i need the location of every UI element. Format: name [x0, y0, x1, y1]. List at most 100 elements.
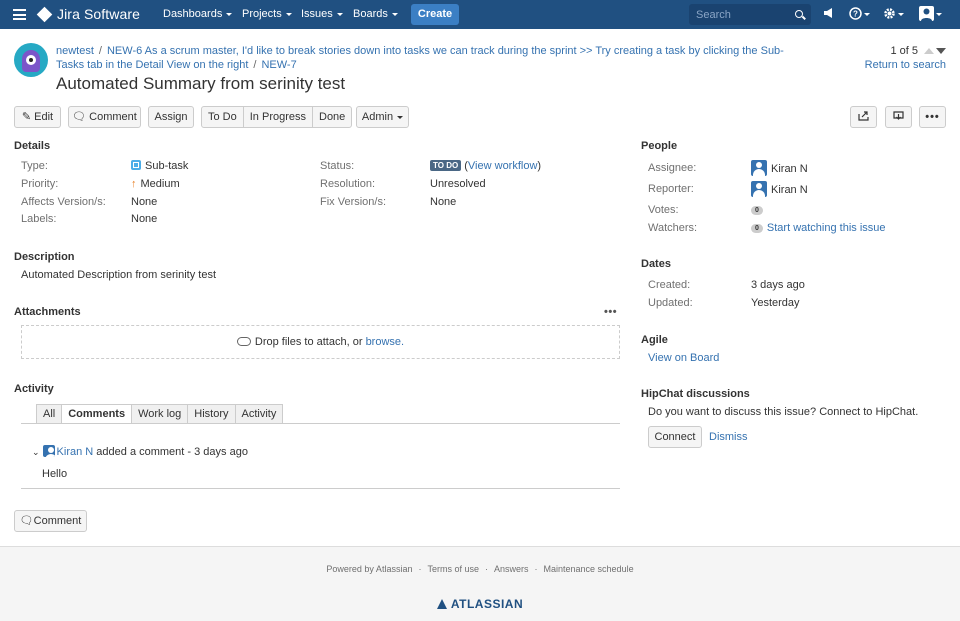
dismiss-link[interactable]: Dismiss: [709, 431, 748, 443]
done-button[interactable]: Done: [313, 107, 351, 127]
connect-button[interactable]: Connect: [648, 426, 702, 448]
comment-icon: 🗨: [19, 515, 34, 527]
footer-terms[interactable]: Terms of use: [427, 564, 479, 574]
workflow-transitions: To Do In Progress Done: [201, 106, 353, 128]
reporter-value[interactable]: Kiran N: [751, 181, 808, 197]
previous-issue-icon[interactable]: [924, 48, 934, 55]
votes-badge: 0: [751, 206, 763, 215]
in-progress-button[interactable]: In Progress: [244, 107, 313, 127]
breadcrumb-parent-issue[interactable]: NEW-6 As a scrum master, I'd like to bre…: [56, 45, 784, 71]
top-navigation-bar: Jira Software Dashboards Projects Issues…: [0, 0, 960, 29]
created-value: 3 days ago: [751, 279, 805, 291]
megaphone-icon[interactable]: [823, 7, 835, 22]
comment-header: ⌄ Kiran N added a comment - 3 days ago: [32, 445, 248, 458]
nav-issues[interactable]: Issues: [301, 8, 343, 20]
reporter-avatar: [751, 181, 767, 197]
tabs-divider: [21, 423, 620, 424]
priority-label: Priority:: [21, 178, 59, 190]
activity-tabs: All Comments Work log History Activity: [36, 404, 284, 424]
breadcrumb-project[interactable]: newtest: [56, 45, 94, 57]
breadcrumb-issue-key[interactable]: NEW-7: [261, 59, 296, 71]
admin-dropdown-button[interactable]: Admin: [356, 106, 409, 128]
comment-icon: 🗨: [72, 111, 87, 123]
issue-summary-title[interactable]: Automated Summary from serinity test: [56, 74, 345, 94]
comment-meta: added a comment - 3 days ago: [96, 446, 248, 458]
tab-activity[interactable]: Activity: [234, 404, 284, 424]
watchers-badge[interactable]: 0: [751, 224, 763, 233]
fix-versions-value: None: [430, 196, 457, 208]
start-watching-link[interactable]: Start watching this issue: [767, 222, 886, 234]
settings-gear-icon[interactable]: [883, 6, 904, 21]
menu-icon[interactable]: [13, 9, 26, 20]
updated-value: Yesterday: [751, 297, 800, 309]
footer-maintenance[interactable]: Maintenance schedule: [544, 564, 634, 574]
project-avatar[interactable]: [14, 43, 48, 77]
comment-author-avatar[interactable]: [42, 445, 55, 457]
export-button[interactable]: [885, 106, 912, 128]
next-issue-icon[interactable]: [936, 48, 946, 55]
tab-work-log[interactable]: Work log: [131, 404, 189, 424]
nav-projects[interactable]: Projects: [242, 8, 292, 20]
view-workflow-link[interactable]: View workflow: [468, 160, 538, 172]
atlassian-triangle-icon: [436, 599, 447, 609]
nav-dashboards[interactable]: Dashboards: [163, 8, 233, 20]
affects-versions-value: None: [131, 196, 158, 208]
search-icon: [795, 10, 803, 18]
resolution-value: Unresolved: [430, 178, 486, 190]
comment-body: Hello: [42, 468, 68, 480]
labels-label: Labels:: [21, 213, 57, 225]
watchers-value: 0 Start watching this issue: [751, 222, 886, 234]
labels-value[interactable]: None: [131, 213, 157, 225]
search-input[interactable]: Search: [689, 4, 811, 25]
assign-button[interactable]: Assign: [148, 106, 194, 128]
view-on-board-link[interactable]: View on Board: [648, 352, 719, 364]
attachments-options-icon[interactable]: •••: [604, 306, 617, 318]
atlassian-logo[interactable]: ATLASSIAN: [0, 597, 960, 611]
jira-logo[interactable]: Jira Software: [36, 6, 140, 23]
priority-value: ↑ Medium: [131, 178, 180, 190]
comment-divider: [21, 488, 620, 489]
tab-history[interactable]: History: [187, 404, 236, 424]
tab-all[interactable]: All: [36, 404, 63, 424]
comment-button[interactable]: 🗨 Comment: [68, 106, 141, 128]
share-button[interactable]: [850, 106, 877, 128]
product-name: Jira Software: [57, 6, 140, 22]
votes-label: Votes:: [648, 204, 679, 216]
more-actions-button[interactable]: •••: [919, 106, 946, 128]
assignee-label: Assignee:: [648, 162, 697, 174]
description-text[interactable]: Automated Description from serinity test: [21, 269, 216, 281]
more-icon: •••: [925, 111, 940, 123]
upload-cloud-icon: [236, 337, 251, 346]
add-comment-button[interactable]: 🗨Comment: [14, 510, 87, 532]
pager-count: 1 of 5: [890, 45, 918, 57]
updated-label: Updated:: [648, 297, 693, 309]
svg-text:?: ?: [853, 10, 858, 19]
user-avatar-icon[interactable]: [919, 6, 942, 21]
hipchat-text: Do you want to discuss this issue? Conne…: [648, 406, 919, 418]
status-value: TO DO (View workflow): [430, 160, 541, 172]
footer-answers[interactable]: Answers: [494, 564, 529, 574]
collapse-chevron-icon[interactable]: ⌄: [32, 447, 40, 457]
footer-powered-by[interactable]: Powered by Atlassian: [326, 564, 412, 574]
browse-link[interactable]: browse.: [366, 336, 405, 348]
jira-diamond-icon: [36, 6, 53, 23]
reporter-label: Reporter:: [648, 183, 694, 195]
type-value: Sub-task: [131, 160, 188, 172]
nav-boards[interactable]: Boards: [353, 8, 398, 20]
people-heading: People: [641, 140, 678, 152]
status-label: Status:: [320, 160, 355, 172]
comment-author-link[interactable]: Kiran N: [57, 446, 94, 458]
tab-comments[interactable]: Comments: [61, 404, 133, 424]
pencil-icon: ✎: [21, 111, 32, 123]
affects-versions-label: Affects Version/s:: [21, 196, 106, 208]
attachment-dropzone[interactable]: Drop files to attach, or browse.: [21, 325, 620, 359]
description-heading: Description: [14, 251, 75, 263]
votes-value[interactable]: 0: [751, 204, 767, 216]
fix-versions-label: Fix Version/s:: [320, 196, 387, 208]
return-to-search-link[interactable]: Return to search: [865, 59, 946, 71]
assignee-value[interactable]: Kiran N: [751, 160, 808, 176]
create-button[interactable]: Create: [411, 4, 459, 25]
to-do-button[interactable]: To Do: [202, 107, 244, 127]
edit-button[interactable]: ✎ Edit: [14, 106, 61, 128]
help-icon[interactable]: ?: [849, 6, 870, 21]
